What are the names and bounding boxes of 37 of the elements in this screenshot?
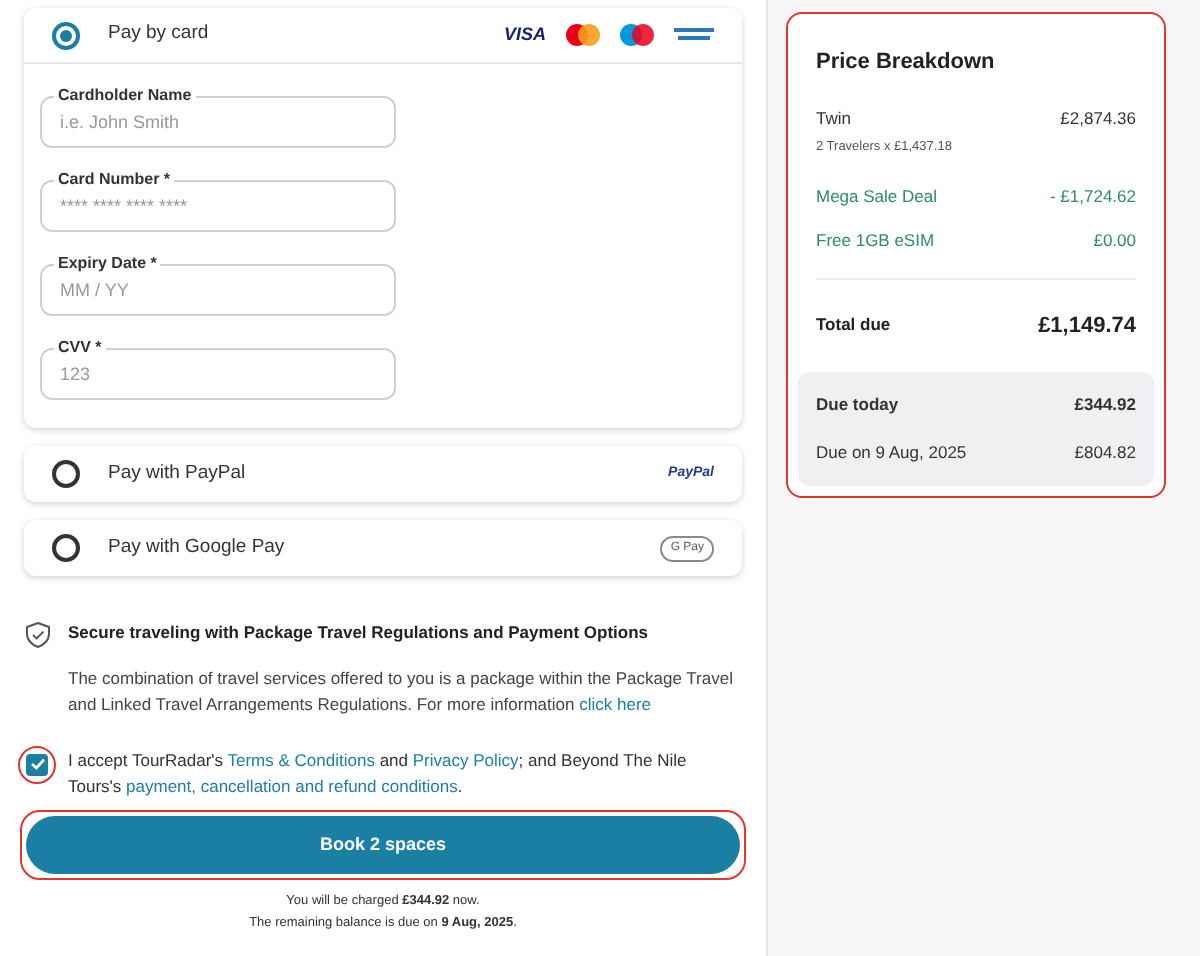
section-title: Secure traveling with Package Travel Regulations and Payment Options bbox=[68, 620, 651, 646]
total-amount: £1,149.74 bbox=[1038, 311, 1136, 341]
radio-button[interactable] bbox=[52, 21, 80, 49]
schedule-amount: £344.92 bbox=[1074, 392, 1136, 418]
discount-name: Free 1GB eSIM bbox=[816, 227, 935, 253]
discount-amount: - £1,724.62 bbox=[1049, 184, 1136, 210]
link[interactable]: Terms & Conditions bbox=[227, 749, 375, 770]
radio-button[interactable] bbox=[52, 534, 80, 562]
radio-button[interactable] bbox=[52, 460, 80, 488]
agreement-text: I accept TourRadar's Terms & Conditions and Privacy Policy; and Beyond The Nile Tours's payment, cancellation and refund conditions. bbox=[68, 747, 689, 800]
overlapping-circles-logo bbox=[620, 24, 654, 46]
link[interactable]: payment, cancellation and refund conditions bbox=[126, 775, 458, 796]
overlapping-circles-logo bbox=[566, 24, 600, 46]
card-logo bbox=[674, 26, 714, 44]
info-paragraph: The combination of travel services offered to you is a package within the Package Travel and Linked Travel Arrangements Regulations. For more information click here bbox=[68, 665, 735, 718]
schedule-label: Due today bbox=[816, 392, 899, 418]
field-label: CVV * bbox=[54, 338, 106, 358]
field-label: Card Number * bbox=[54, 170, 175, 190]
price-amount: £2,874.36 bbox=[1060, 105, 1136, 131]
total-label: Total due bbox=[816, 312, 891, 339]
checkbox[interactable] bbox=[26, 753, 48, 776]
room-name: Twin bbox=[816, 105, 851, 131]
schedule-label: Due on 9 Aug, 2025 bbox=[816, 439, 967, 465]
payment-option-label[interactable]: Pay with PayPal bbox=[108, 459, 641, 489]
payment-option-label[interactable]: Pay with Google Pay bbox=[108, 533, 633, 563]
shield-check-icon bbox=[26, 622, 50, 648]
card-title: Price Breakdown bbox=[816, 48, 997, 78]
payment-option-label[interactable]: Pay by card bbox=[108, 20, 476, 50]
link[interactable]: Privacy Policy bbox=[412, 749, 519, 770]
field-label: Cardholder Name bbox=[54, 86, 196, 106]
discount-amount: £0.00 bbox=[1093, 227, 1136, 253]
visa-logo: VISA bbox=[503, 21, 546, 48]
schedule-amount: £804.82 bbox=[1074, 439, 1136, 465]
link[interactable]: click here bbox=[579, 693, 652, 714]
discount-name: Mega Sale Deal bbox=[816, 184, 937, 210]
book-button[interactable]: Book 2 spaces bbox=[26, 815, 740, 874]
field-label: Expiry Date * bbox=[54, 254, 161, 274]
